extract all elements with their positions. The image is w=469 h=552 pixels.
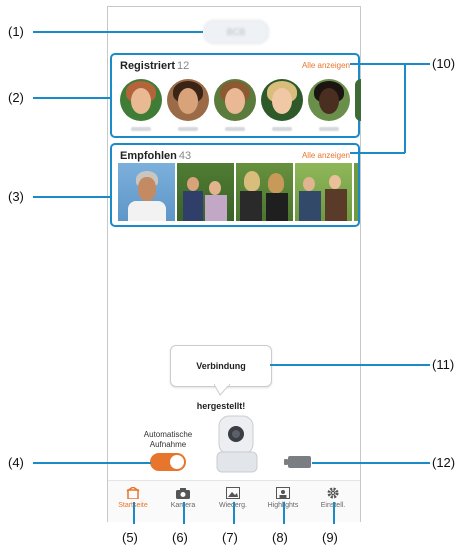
callout-line-12 bbox=[312, 462, 430, 464]
callout-label-4: (4) bbox=[8, 455, 24, 470]
callout-label-9: (9) bbox=[322, 530, 338, 545]
callout-label-11: (11) bbox=[432, 357, 455, 372]
recommended-photo[interactable] bbox=[118, 163, 175, 221]
registered-face[interactable] bbox=[261, 79, 303, 121]
recommended-photo[interactable] bbox=[236, 163, 293, 221]
registered-face-name bbox=[272, 127, 292, 131]
battery-icon bbox=[284, 456, 311, 468]
callout-line-10a bbox=[350, 63, 430, 65]
callout-label-5: (5) bbox=[122, 530, 138, 545]
callout-line-8 bbox=[283, 502, 285, 524]
auto-capture-label-line1: Automatische bbox=[143, 430, 193, 439]
auto-capture-toggle[interactable] bbox=[150, 453, 186, 471]
callout-line-10c bbox=[404, 63, 406, 153]
device-name-title: BCB bbox=[203, 20, 269, 44]
registered-face-name bbox=[178, 127, 198, 131]
callout-label-6: (6) bbox=[172, 530, 188, 545]
auto-capture-label-line2: Aufnahme bbox=[149, 440, 187, 449]
registered-count: 12 bbox=[177, 60, 190, 72]
recommended-photo[interactable] bbox=[354, 163, 358, 221]
callout-label-10: (10) bbox=[432, 56, 456, 71]
registered-section: Registriert 12 Alle anzeigen bbox=[110, 53, 361, 138]
registered-face[interactable] bbox=[120, 79, 162, 121]
callout-label-3: (3) bbox=[8, 189, 24, 204]
registered-face[interactable] bbox=[308, 79, 350, 121]
callout-label-2: (2) bbox=[8, 90, 24, 105]
callout-line-1 bbox=[33, 31, 203, 33]
callout-line-3 bbox=[33, 196, 111, 198]
auto-capture-label: Automatische Aufnahme bbox=[132, 430, 204, 450]
registered-face[interactable] bbox=[214, 79, 256, 121]
gear-icon bbox=[327, 487, 339, 499]
camera-icon bbox=[176, 488, 190, 499]
registered-face[interactable] bbox=[355, 79, 361, 121]
recommended-section: Empfohlen 43 Alle anzeigen bbox=[110, 143, 360, 227]
callout-label-8: (8) bbox=[272, 530, 288, 545]
recommended-show-all-link[interactable]: Alle anzeigen bbox=[302, 151, 350, 160]
connection-status-bubble: Verbindung hergestellt! bbox=[170, 345, 272, 411]
home-icon bbox=[126, 487, 140, 499]
bubble-tail bbox=[214, 384, 230, 396]
callout-line-11 bbox=[270, 364, 430, 366]
recommended-count: 43 bbox=[178, 150, 192, 162]
image-icon bbox=[226, 487, 240, 499]
callout-line-4 bbox=[33, 462, 151, 464]
callout-line-2 bbox=[33, 97, 111, 99]
callout-line-5 bbox=[133, 502, 135, 524]
highlights-icon bbox=[276, 487, 290, 499]
recommended-photo[interactable] bbox=[177, 163, 234, 221]
callout-label-1: (1) bbox=[8, 24, 24, 39]
callout-line-7 bbox=[233, 502, 235, 524]
registered-face-name bbox=[225, 127, 245, 131]
registered-face-name bbox=[131, 127, 151, 131]
callout-line-6 bbox=[183, 502, 185, 524]
callout-label-7: (7) bbox=[222, 530, 238, 545]
registered-title: Registriert 12 bbox=[120, 60, 190, 72]
callout-label-12: (12) bbox=[432, 455, 456, 470]
recommended-title: Empfohlen 43 bbox=[120, 150, 192, 162]
callout-line-10b bbox=[350, 152, 405, 154]
recommended-photo[interactable] bbox=[295, 163, 352, 221]
registered-face[interactable] bbox=[167, 79, 209, 121]
camera-device-icon bbox=[216, 415, 258, 473]
registered-face-name bbox=[319, 127, 339, 131]
toggle-knob bbox=[170, 455, 184, 469]
registered-show-all-link[interactable]: Alle anzeigen bbox=[302, 61, 350, 70]
callout-line-9 bbox=[333, 502, 335, 524]
